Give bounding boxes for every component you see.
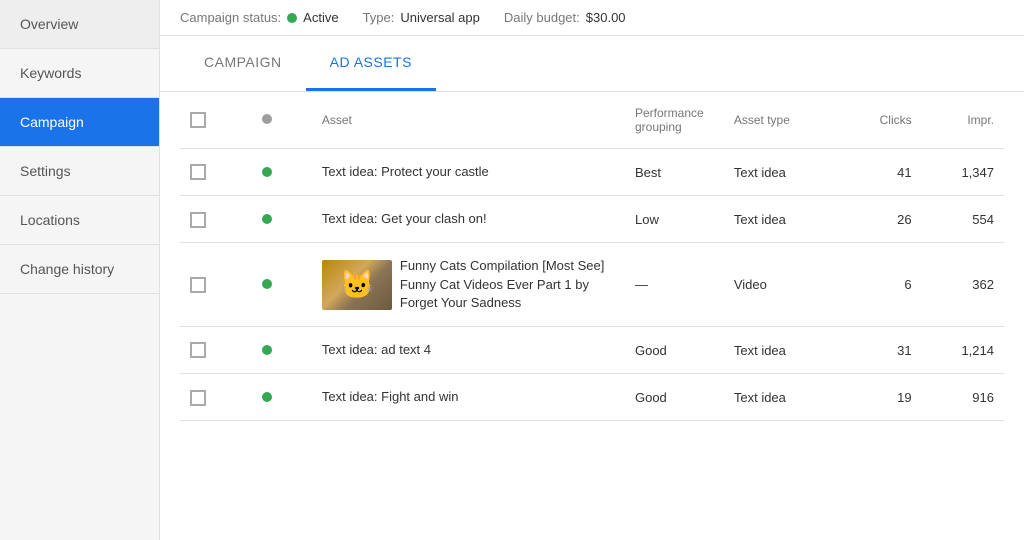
col-header-dot (252, 92, 312, 149)
sidebar-item-overview[interactable]: Overview (0, 0, 159, 49)
row-status-dot-cell (252, 326, 312, 373)
row-impr-cell: 554 (922, 196, 1004, 243)
row-impr-cell: 362 (922, 243, 1004, 327)
table-row: 🐱 Funny Cats Compilation [Most See] Funny… (180, 243, 1004, 327)
col-header-clicks: Clicks (839, 92, 921, 149)
sidebar: Overview Keywords Campaign Settings Loca… (0, 0, 160, 540)
row-status-dot-cell (252, 243, 312, 327)
row-clicks-cell: 26 (839, 196, 921, 243)
row-asset-cell: Text idea: Get your clash on! (312, 196, 625, 243)
row-checkbox[interactable] (190, 390, 206, 406)
campaign-type: Type: Universal app (363, 10, 480, 25)
sidebar-item-locations[interactable]: Locations (0, 196, 159, 245)
row-checkbox[interactable] (190, 342, 206, 358)
status-dot-green (287, 13, 297, 23)
row-status-dot (262, 279, 272, 289)
budget-value: $30.00 (586, 10, 626, 25)
sidebar-item-campaign[interactable]: Campaign (0, 98, 159, 147)
assets-table: Asset Performance grouping Asset type Cl… (180, 92, 1004, 421)
row-asset-cell: Text idea: ad text 4 (312, 326, 625, 373)
asset-label: Funny Cats Compilation [Most See] Funny … (400, 257, 615, 312)
row-asset-type-cell: Text idea (724, 149, 839, 196)
row-status-dot (262, 392, 272, 402)
row-checkbox-cell (180, 196, 252, 243)
row-checkbox[interactable] (190, 164, 206, 180)
sidebar-item-keywords[interactable]: Keywords (0, 49, 159, 98)
row-clicks-cell: 41 (839, 149, 921, 196)
row-impr-cell: 1,347 (922, 149, 1004, 196)
asset-label: Text idea: Protect your castle (322, 163, 489, 181)
row-asset-cell: Text idea: Fight and win (312, 374, 625, 421)
sidebar-item-settings[interactable]: Settings (0, 147, 159, 196)
asset-content: Text idea: Get your clash on! (322, 210, 615, 228)
type-label: Type: (363, 10, 395, 25)
col-header-performance: Performance grouping (625, 92, 724, 149)
row-status-dot-cell (252, 374, 312, 421)
row-checkbox-cell (180, 243, 252, 327)
table-body: Text idea: Protect your castleBestText i… (180, 149, 1004, 421)
row-status-dot (262, 345, 272, 355)
video-thumbnail: 🐱 (322, 260, 392, 310)
asset-content: 🐱 Funny Cats Compilation [Most See] Funny… (322, 257, 615, 312)
cat-icon: 🐱 (339, 271, 374, 299)
table-row: Text idea: Get your clash on! LowText ide… (180, 196, 1004, 243)
row-asset-type-cell: Text idea (724, 326, 839, 373)
tab-bar: CAMPAIGN AD ASSETS (160, 36, 1024, 92)
row-checkbox-cell (180, 374, 252, 421)
header-checkbox[interactable] (190, 112, 206, 128)
asset-content: Text idea: ad text 4 (322, 341, 615, 359)
assets-table-container: Asset Performance grouping Asset type Cl… (160, 92, 1024, 540)
tab-ad-assets[interactable]: AD ASSETS (306, 36, 436, 91)
row-impr-cell: 1,214 (922, 326, 1004, 373)
row-checkbox[interactable] (190, 212, 206, 228)
row-performance-cell: Low (625, 196, 724, 243)
row-asset-type-cell: Text idea (724, 374, 839, 421)
row-impr-cell: 916 (922, 374, 1004, 421)
budget-label: Daily budget: (504, 10, 580, 25)
type-value: Universal app (400, 10, 480, 25)
top-bar: Campaign status: Active Type: Universal … (160, 0, 1024, 36)
row-status-dot (262, 167, 272, 177)
asset-content: Text idea: Protect your castle (322, 163, 615, 181)
tab-campaign[interactable]: CAMPAIGN (180, 36, 306, 91)
row-status-dot-cell (252, 149, 312, 196)
row-clicks-cell: 19 (839, 374, 921, 421)
row-checkbox-cell (180, 326, 252, 373)
col-header-asset: Asset (312, 92, 625, 149)
row-clicks-cell: 31 (839, 326, 921, 373)
col-header-check (180, 92, 252, 149)
asset-content: Text idea: Fight and win (322, 388, 615, 406)
table-header-row: Asset Performance grouping Asset type Cl… (180, 92, 1004, 149)
campaign-status: Campaign status: Active (180, 10, 339, 25)
asset-label: Text idea: Get your clash on! (322, 210, 487, 228)
row-asset-cell: 🐱 Funny Cats Compilation [Most See] Funny… (312, 243, 625, 327)
asset-label: Text idea: ad text 4 (322, 341, 431, 359)
row-performance-cell: Good (625, 374, 724, 421)
status-value: Active (303, 10, 338, 25)
row-asset-cell: Text idea: Protect your castle (312, 149, 625, 196)
sidebar-item-change-history[interactable]: Change history (0, 245, 159, 294)
row-performance-cell: Best (625, 149, 724, 196)
row-status-dot (262, 214, 272, 224)
main-content: Campaign status: Active Type: Universal … (160, 0, 1024, 540)
row-performance-cell: — (625, 243, 724, 327)
row-checkbox-cell (180, 149, 252, 196)
status-label: Campaign status: (180, 10, 281, 25)
row-performance-cell: Good (625, 326, 724, 373)
col-header-asset-type: Asset type (724, 92, 839, 149)
asset-label: Text idea: Fight and win (322, 388, 459, 406)
table-row: Text idea: Fight and win GoodText idea199… (180, 374, 1004, 421)
row-checkbox[interactable] (190, 277, 206, 293)
row-asset-type-cell: Text idea (724, 196, 839, 243)
col-header-impr: Impr. (922, 92, 1004, 149)
daily-budget: Daily budget: $30.00 (504, 10, 626, 25)
header-dot-gray (262, 114, 272, 124)
row-asset-type-cell: Video (724, 243, 839, 327)
row-status-dot-cell (252, 196, 312, 243)
table-row: Text idea: ad text 4 GoodText idea311,214 (180, 326, 1004, 373)
table-row: Text idea: Protect your castle BestText i… (180, 149, 1004, 196)
row-clicks-cell: 6 (839, 243, 921, 327)
